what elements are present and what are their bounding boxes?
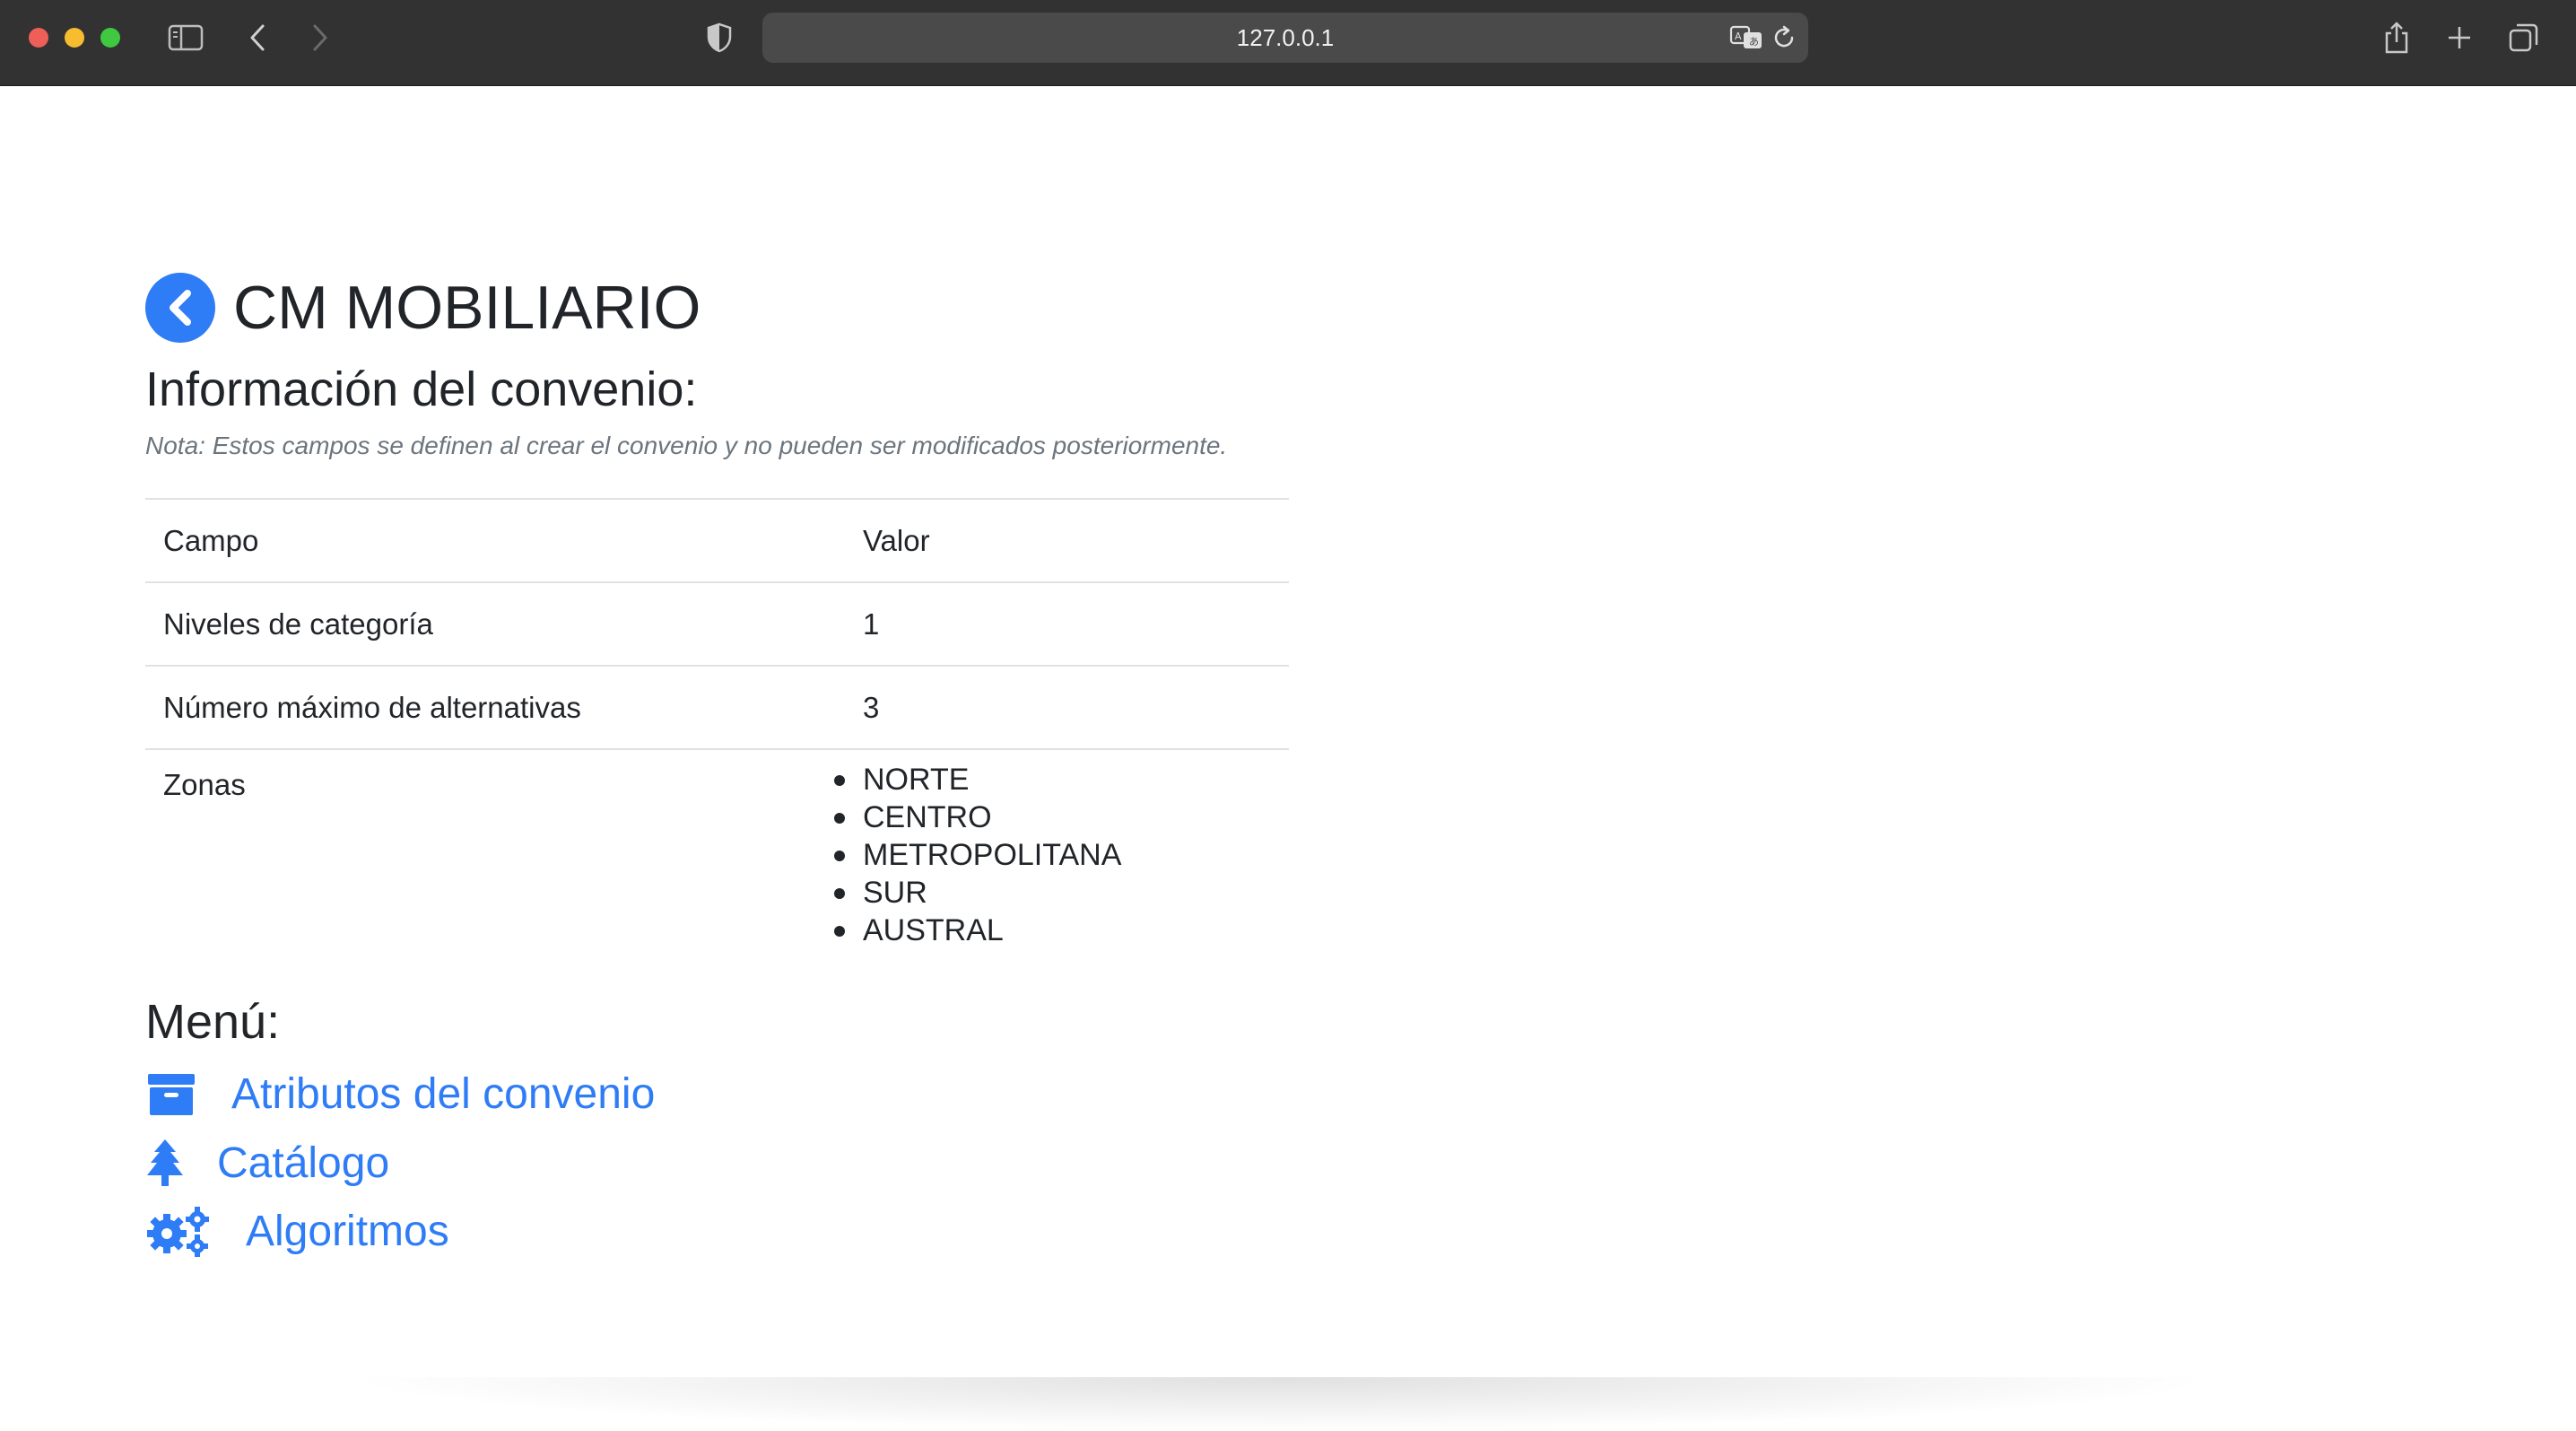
plus-icon[interactable]: [2441, 20, 2477, 56]
chevron-left-icon[interactable]: [242, 20, 273, 56]
svg-text:A: A: [1735, 31, 1742, 42]
chevron-circle-left-icon[interactable]: [145, 272, 215, 343]
translate-icon[interactable]: Aあ: [1729, 23, 1763, 52]
page-title: CM MOBILIARIO: [233, 273, 701, 342]
table-row: Número máximo de alternativas 3: [145, 665, 1289, 749]
zone-label: SUR: [863, 876, 927, 910]
browser-toolbar: 127.0.0.1 Aあ: [0, 0, 2576, 86]
list-item: CENTRO: [834, 798, 1271, 836]
zone-label: METROPOLITANA: [863, 838, 1122, 872]
bottom-shadow: [341, 1377, 2224, 1431]
zone-label: CENTRO: [863, 800, 992, 834]
info-note: Nota: Estos campos se definen al crear e…: [145, 432, 1228, 459]
field-cell: Niveles de categoría: [145, 581, 845, 666]
zone-list: NORTE CENTRO METROPOLITANA SUR AUSTRAL: [834, 761, 1271, 949]
zone-label: NORTE: [863, 763, 970, 797]
value-cell: NORTE CENTRO METROPOLITANA SUR AUSTRAL: [834, 748, 1289, 958]
list-item: METROPOLITANA: [834, 836, 1271, 874]
column-header-campo: Campo: [145, 498, 845, 582]
zone-label: AUSTRAL: [863, 913, 1004, 947]
shield-icon[interactable]: [703, 20, 735, 56]
page-header: CM MOBILIARIO: [145, 236, 701, 379]
table-row: Niveles de categoría 1: [145, 581, 1289, 666]
value-cell: 3: [845, 665, 1289, 749]
bullet-icon: [834, 775, 845, 786]
table-header-row: Campo Valor: [145, 498, 1289, 582]
archive-icon: [145, 1072, 197, 1117]
menu-link-atributos[interactable]: Atributos del convenio: [145, 1069, 655, 1119]
list-item: AUSTRAL: [834, 912, 1271, 949]
tree-icon: [145, 1138, 185, 1188]
list-item: NORTE: [834, 761, 1271, 798]
menu-link-label: Catálogo: [217, 1139, 390, 1187]
value-cell: 1: [845, 581, 1289, 666]
menu-link-catalogo[interactable]: Catálogo: [145, 1138, 389, 1188]
bullet-icon: [834, 926, 845, 937]
address-bar[interactable]: 127.0.0.1 Aあ: [762, 13, 1808, 63]
close-window-button[interactable]: [29, 28, 48, 48]
list-item: SUR: [834, 874, 1271, 912]
menu-link-algoritmos[interactable]: Algoritmos: [145, 1205, 449, 1257]
info-section-title: Información del convenio:: [145, 362, 698, 416]
menu-link-label: Atributos del convenio: [231, 1070, 656, 1118]
menu-title: Menú:: [145, 995, 281, 1049]
share-icon[interactable]: [2379, 20, 2415, 56]
field-cell: Zonas: [145, 748, 845, 958]
sidebar-icon[interactable]: [167, 20, 205, 56]
bullet-icon: [834, 888, 845, 899]
reload-icon[interactable]: [1771, 24, 1797, 51]
menu-link-label: Algoritmos: [246, 1207, 449, 1255]
zoom-window-button[interactable]: [100, 28, 120, 48]
bullet-icon: [834, 851, 845, 861]
url-text: 127.0.0.1: [1236, 24, 1335, 51]
column-header-valor: Valor: [845, 498, 1289, 582]
info-table: Campo Valor Niveles de categoría 1 Númer…: [145, 498, 1289, 958]
tabs-overview-icon[interactable]: [2504, 20, 2544, 56]
gears-icon: [145, 1205, 212, 1257]
chevron-right-icon[interactable]: [305, 20, 335, 56]
minimize-window-button[interactable]: [65, 28, 84, 48]
svg-text:あ: あ: [1749, 36, 1759, 48]
table-row-zonas: Zonas NORTE CENTRO METROPOLITANA SUR AUS…: [145, 748, 1289, 958]
bullet-icon: [834, 813, 845, 824]
field-cell: Número máximo de alternativas: [145, 665, 845, 749]
